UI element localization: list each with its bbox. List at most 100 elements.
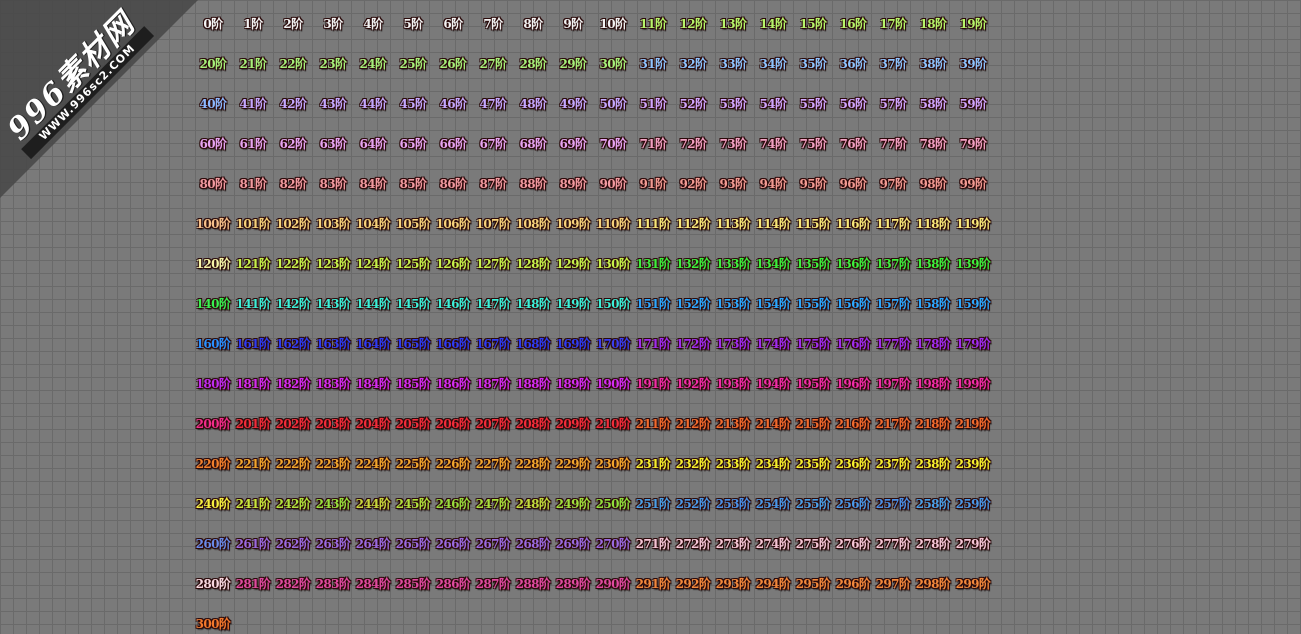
level-label-19: 19阶	[959, 17, 988, 31]
level-label-178: 178阶	[915, 337, 951, 351]
level-label-95: 95阶	[799, 177, 828, 191]
level-label-48: 48阶	[519, 97, 548, 111]
level-label-289: 289阶	[555, 577, 591, 591]
level-label-163: 163阶	[315, 337, 351, 351]
level-label-110: 110阶	[595, 217, 631, 231]
level-label-162: 162阶	[275, 337, 311, 351]
level-label-210: 210阶	[595, 417, 631, 431]
level-label-197: 197阶	[875, 377, 911, 391]
level-label-5: 5阶	[403, 17, 423, 31]
level-label-114: 114阶	[755, 217, 791, 231]
level-label-148: 148阶	[515, 297, 551, 311]
level-label-224: 224阶	[355, 457, 391, 471]
level-label-298: 298阶	[915, 577, 951, 591]
level-label-236: 236阶	[835, 457, 871, 471]
level-label-279: 279阶	[955, 537, 991, 551]
level-label-194: 194阶	[755, 377, 791, 391]
level-label-103: 103阶	[315, 217, 351, 231]
level-label-96: 96阶	[839, 177, 868, 191]
level-label-204: 204阶	[355, 417, 391, 431]
level-label-42: 42阶	[279, 97, 308, 111]
level-label-129: 129阶	[555, 257, 591, 271]
level-label-62: 62阶	[279, 137, 308, 151]
level-label-31: 31阶	[639, 57, 668, 71]
level-label-296: 296阶	[835, 577, 871, 591]
level-label-262: 262阶	[275, 537, 311, 551]
level-label-250: 250阶	[595, 497, 631, 511]
level-label-156: 156阶	[835, 297, 871, 311]
level-label-222: 222阶	[275, 457, 311, 471]
level-label-287: 287阶	[475, 577, 511, 591]
level-label-145: 145阶	[395, 297, 431, 311]
level-label-225: 225阶	[395, 457, 431, 471]
level-label-245: 245阶	[395, 497, 431, 511]
level-label-174: 174阶	[755, 337, 791, 351]
level-label-211: 211阶	[635, 417, 671, 431]
level-label-247: 247阶	[475, 497, 511, 511]
level-label-218: 218阶	[915, 417, 951, 431]
level-label-60: 60阶	[199, 137, 228, 151]
level-label-59: 59阶	[959, 97, 988, 111]
level-label-153: 153阶	[715, 297, 751, 311]
watermark-url: WWW.996sc2.COM	[21, 26, 155, 160]
level-label-14: 14阶	[759, 17, 788, 31]
level-label-242: 242阶	[275, 497, 311, 511]
level-label-124: 124阶	[355, 257, 391, 271]
level-label-1: 1阶	[243, 17, 263, 31]
level-label-122: 122阶	[275, 257, 311, 271]
level-label-260: 260阶	[195, 537, 231, 551]
level-label-50: 50阶	[599, 97, 628, 111]
level-label-253: 253阶	[715, 497, 751, 511]
level-label-64: 64阶	[359, 137, 388, 151]
level-label-106: 106阶	[435, 217, 471, 231]
level-label-199: 199阶	[955, 377, 991, 391]
level-label-139: 139阶	[955, 257, 991, 271]
level-label-38: 38阶	[919, 57, 948, 71]
level-label-164: 164阶	[355, 337, 391, 351]
level-label-192: 192阶	[675, 377, 711, 391]
level-label-118: 118阶	[915, 217, 951, 231]
level-label-275: 275阶	[795, 537, 831, 551]
level-label-98: 98阶	[919, 177, 948, 191]
level-label-17: 17阶	[879, 17, 908, 31]
level-label-240: 240阶	[195, 497, 231, 511]
level-label-258: 258阶	[915, 497, 951, 511]
level-label-201: 201阶	[235, 417, 271, 431]
level-label-244: 244阶	[355, 497, 391, 511]
level-label-187: 187阶	[475, 377, 511, 391]
level-label-73: 73阶	[719, 137, 748, 151]
level-label-238: 238阶	[915, 457, 951, 471]
level-label-154: 154阶	[755, 297, 791, 311]
level-label-265: 265阶	[395, 537, 431, 551]
level-label-47: 47阶	[479, 97, 508, 111]
level-label-241: 241阶	[235, 497, 271, 511]
level-label-6: 6阶	[443, 17, 463, 31]
level-label-231: 231阶	[635, 457, 671, 471]
level-label-229: 229阶	[555, 457, 591, 471]
level-label-166: 166阶	[435, 337, 471, 351]
level-label-35: 35阶	[799, 57, 828, 71]
level-label-101: 101阶	[235, 217, 271, 231]
level-label-21: 21阶	[239, 57, 268, 71]
level-label-158: 158阶	[915, 297, 951, 311]
level-label-268: 268阶	[515, 537, 551, 551]
level-label-41: 41阶	[239, 97, 268, 111]
level-label-196: 196阶	[835, 377, 871, 391]
level-label-256: 256阶	[835, 497, 871, 511]
level-label-74: 74阶	[759, 137, 788, 151]
level-label-228: 228阶	[515, 457, 551, 471]
level-label-116: 116阶	[835, 217, 871, 231]
level-label-172: 172阶	[675, 337, 711, 351]
level-label-117: 117阶	[875, 217, 911, 231]
level-label-221: 221阶	[235, 457, 271, 471]
level-label-208: 208阶	[515, 417, 551, 431]
level-label-39: 39阶	[959, 57, 988, 71]
level-label-159: 159阶	[955, 297, 991, 311]
level-label-88: 88阶	[519, 177, 548, 191]
level-label-278: 278阶	[915, 537, 951, 551]
level-label-65: 65阶	[399, 137, 428, 151]
level-label-273: 273阶	[715, 537, 751, 551]
level-label-78: 78阶	[919, 137, 948, 151]
level-label-267: 267阶	[475, 537, 511, 551]
level-label-281: 281阶	[235, 577, 271, 591]
